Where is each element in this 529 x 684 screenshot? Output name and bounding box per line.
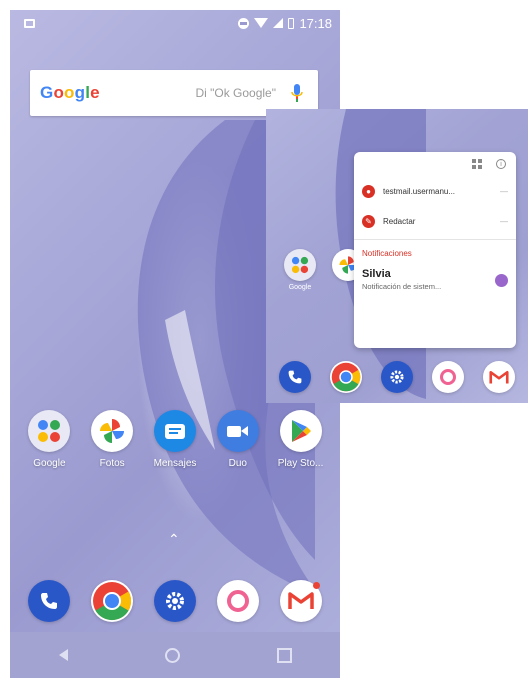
duo-icon bbox=[216, 410, 259, 452]
app-google-folder[interactable]: Google bbox=[284, 249, 316, 291]
compose-icon: ✎ bbox=[362, 214, 375, 228]
app-label: Duo bbox=[228, 458, 247, 469]
phone-icon bbox=[28, 580, 71, 622]
chrome-icon[interactable] bbox=[330, 361, 363, 393]
app-row: Google Fotos Mensajes Duo Play Sto... bbox=[10, 410, 340, 469]
gmail-icon[interactable] bbox=[482, 361, 515, 393]
app-label: Fotos bbox=[99, 458, 125, 469]
settings-icon[interactable] bbox=[380, 361, 413, 393]
notification-title: Silvia bbox=[362, 268, 391, 280]
app-google-folder[interactable]: Google bbox=[19, 410, 79, 469]
app-label: Play Sto... bbox=[277, 458, 324, 469]
dock-settings[interactable] bbox=[145, 580, 205, 622]
mic-icon[interactable] bbox=[290, 83, 304, 103]
dock-camera[interactable] bbox=[208, 580, 268, 622]
notification-icon bbox=[24, 18, 35, 28]
messages-icon bbox=[153, 410, 196, 452]
app-label: Google bbox=[288, 284, 312, 291]
camera-icon[interactable] bbox=[431, 361, 464, 393]
shortcut-compose[interactable]: ✎ Redactar — bbox=[354, 206, 516, 236]
dock bbox=[10, 580, 340, 622]
pin-shortcut-icon[interactable]: — bbox=[500, 187, 508, 196]
notification-app-icon bbox=[495, 274, 508, 287]
dock bbox=[266, 361, 528, 393]
status-bar: 17:18 bbox=[10, 10, 340, 36]
photos-icon bbox=[91, 410, 134, 452]
battery-icon bbox=[288, 17, 295, 29]
divider bbox=[354, 239, 516, 240]
app-shortcut-popup: i ● testmail.usermanu... — ✎ Redactar — … bbox=[354, 152, 516, 348]
dock-phone[interactable] bbox=[19, 580, 79, 622]
home-icon[interactable] bbox=[164, 647, 180, 663]
app-label: Google bbox=[33, 458, 66, 469]
app-label: Mensajes bbox=[153, 458, 197, 469]
settings-icon bbox=[153, 580, 196, 622]
recents-icon[interactable] bbox=[276, 647, 292, 663]
navigation-bar bbox=[10, 632, 340, 678]
dock-chrome[interactable] bbox=[82, 580, 142, 622]
widgets-icon[interactable] bbox=[472, 159, 482, 169]
notification-item[interactable]: Silvia Notificación de sistem... bbox=[354, 262, 516, 297]
app-drawer-arrow-icon[interactable]: ⌃ bbox=[168, 531, 180, 548]
signal-icon bbox=[273, 18, 284, 28]
app-messages[interactable]: Mensajes bbox=[145, 410, 205, 469]
badge-dot bbox=[312, 582, 320, 589]
search-hint: Di "Ok Google" bbox=[195, 86, 276, 100]
camera-icon bbox=[216, 580, 259, 622]
do-not-disturb-icon bbox=[238, 17, 250, 29]
gmail-shortcuts-inset: Google i ● testmail.usermanu... — ✎ Reda… bbox=[266, 109, 528, 403]
chrome-icon bbox=[91, 580, 134, 622]
dock-gmail[interactable] bbox=[271, 580, 331, 622]
shortcut-label: testmail.usermanu... bbox=[383, 186, 456, 196]
phone-icon[interactable] bbox=[279, 361, 312, 393]
pin-shortcut-icon[interactable]: — bbox=[500, 217, 508, 226]
gmail-icon bbox=[279, 580, 322, 622]
google-folder-icon bbox=[284, 249, 316, 281]
shortcut-label: Redactar bbox=[383, 216, 416, 226]
popup-toolbar: i bbox=[354, 152, 516, 176]
notification-text: Notificación de sistem... bbox=[362, 282, 442, 291]
shortcut-account[interactable]: ● testmail.usermanu... — bbox=[354, 176, 516, 206]
app-play-store[interactable]: Play Sto... bbox=[271, 410, 331, 469]
app-info-icon[interactable]: i bbox=[496, 159, 506, 169]
google-folder-icon bbox=[28, 410, 71, 452]
google-logo: Google bbox=[40, 83, 100, 102]
app-duo[interactable]: Duo bbox=[208, 410, 268, 469]
wifi-icon bbox=[254, 18, 269, 28]
notifications-header: Notificaciones bbox=[362, 249, 412, 258]
back-icon[interactable] bbox=[58, 649, 68, 661]
account-icon: ● bbox=[362, 184, 375, 198]
play-store-icon bbox=[279, 410, 322, 452]
app-photos[interactable]: Fotos bbox=[82, 410, 142, 469]
status-time: 17:18 bbox=[299, 15, 332, 31]
